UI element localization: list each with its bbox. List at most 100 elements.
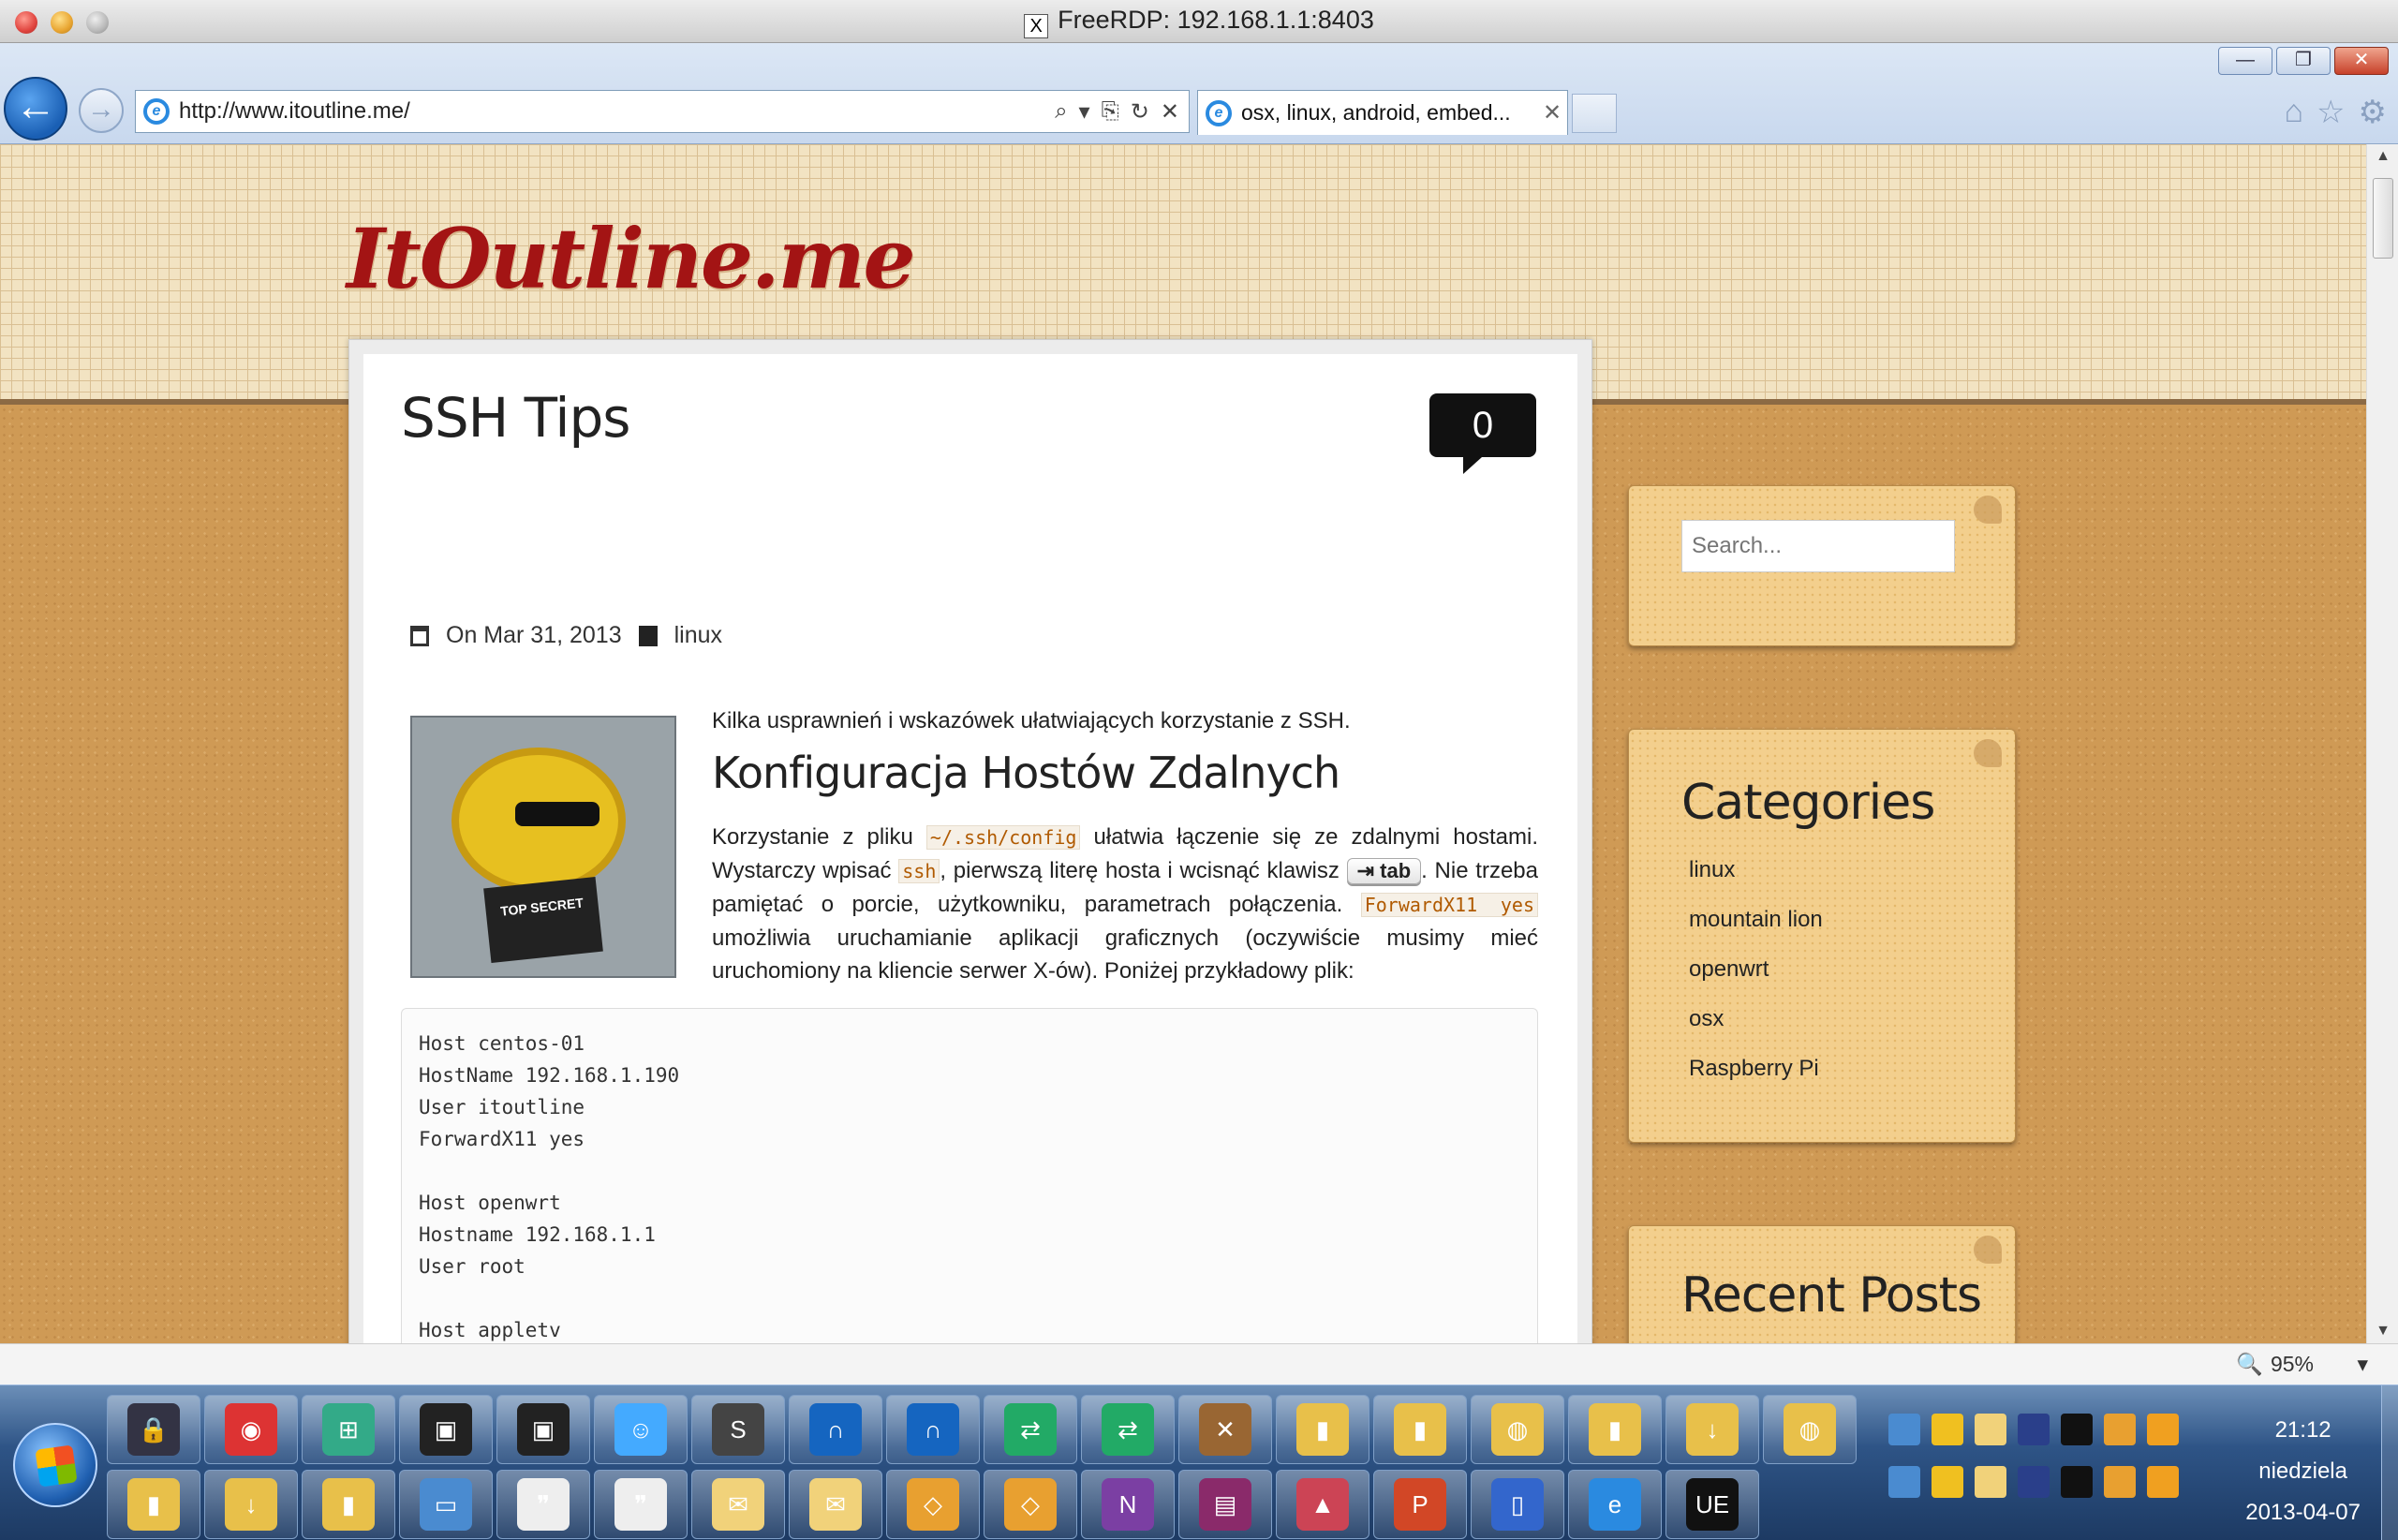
keyboard-icon[interactable] (1932, 1466, 1963, 1498)
ie-tray-icon[interactable] (1888, 1414, 1920, 1445)
taskbar-button[interactable]: P (1373, 1470, 1467, 1539)
terminal-tray-icon[interactable] (2061, 1414, 2093, 1445)
taskbar-button[interactable]: N (1081, 1470, 1175, 1539)
search-input[interactable] (1681, 520, 1955, 572)
folder-icon (638, 625, 658, 646)
taskbar-button[interactable]: ✕ (1178, 1395, 1272, 1464)
flag-icon[interactable] (1975, 1466, 2006, 1498)
taskbar-button[interactable]: ▮ (1276, 1395, 1369, 1464)
taskbar-button[interactable]: e (1568, 1470, 1662, 1539)
zoom-control[interactable]: 🔍 95% (2236, 1352, 2314, 1377)
ie-page-icon: e (143, 98, 170, 125)
section-heading: Konfiguracja Hostów Zdalnych (712, 748, 1340, 798)
address-bar[interactable]: e http://www.itoutline.me/ ⌕ ▾ ⎘ ↻ ✕ (135, 90, 1190, 133)
gear-icon[interactable]: ⚙ (2359, 94, 2387, 131)
taskbar-button[interactable]: ∩ (789, 1395, 882, 1464)
network-tray-icon[interactable] (2061, 1466, 2093, 1498)
taskbar-button[interactable]: S (691, 1395, 785, 1464)
stop-icon[interactable]: ✕ (1161, 98, 1179, 126)
scroll-up-arrow[interactable]: ▲ (2367, 148, 2398, 165)
taskbar-button[interactable]: ▣ (496, 1395, 590, 1464)
category-link[interactable]: linux (1689, 857, 1823, 907)
taskbar-button[interactable]: ▮ (302, 1470, 395, 1539)
sun-icon[interactable] (1932, 1414, 1963, 1445)
taskbar-button[interactable]: ❞ (594, 1470, 688, 1539)
sync-icon[interactable] (2104, 1414, 2136, 1445)
window-title-bar: X FreeRDP: 192.168.1.1:8403 (0, 0, 2398, 43)
taskbar-button[interactable]: ▮ (107, 1470, 200, 1539)
start-button[interactable] (13, 1423, 97, 1507)
taskbar-button[interactable]: ⊞ (302, 1395, 395, 1464)
folder-icon: ▮ (127, 1478, 180, 1531)
lock-tray-icon[interactable] (2018, 1414, 2050, 1445)
favorites-icon[interactable]: ☆ (2317, 94, 2345, 131)
taskbar-button[interactable]: ▮ (1568, 1395, 1662, 1464)
onenote-icon: N (1102, 1478, 1154, 1531)
taskbar-button[interactable]: ▮ (1373, 1395, 1467, 1464)
address-url[interactable]: http://www.itoutline.me/ (179, 98, 1055, 125)
outlook-icon[interactable] (2147, 1414, 2179, 1445)
taskbar-button[interactable]: 🔒 (107, 1395, 200, 1464)
clock[interactable]: 21:12 niedziela 2013-04-07 (2245, 1410, 2361, 1533)
taskbar-button[interactable]: ∩ (886, 1395, 980, 1464)
taskbar-button[interactable]: UE (1665, 1470, 1759, 1539)
refresh-icon[interactable]: ↻ (1131, 98, 1149, 126)
taskbar-button[interactable]: ◍ (1471, 1395, 1564, 1464)
user-icon[interactable] (2018, 1466, 2050, 1498)
restore-button[interactable]: ❐ (2276, 47, 2331, 75)
taskbar-button[interactable]: ☺ (594, 1395, 688, 1464)
zoom-level[interactable]: 95% (2271, 1352, 2314, 1377)
taskbar-button[interactable]: ⇄ (984, 1395, 1077, 1464)
category-link[interactable]: mountain lion (1689, 907, 1823, 956)
comment-count-badge[interactable]: 0 (1429, 393, 1536, 474)
category-link[interactable]: Raspberry Pi (1689, 1056, 1823, 1105)
onenote-tray-icon[interactable] (1888, 1466, 1920, 1498)
category-link[interactable]: osx (1689, 1006, 1823, 1056)
taskbar-button[interactable]: ◇ (984, 1470, 1077, 1539)
taskbar-button[interactable]: ▯ (1471, 1470, 1564, 1539)
taskbar-button[interactable]: ▣ (399, 1395, 493, 1464)
post-category-link[interactable]: linux (674, 622, 722, 649)
vertical-scrollbar[interactable]: ▲ ▼ (2366, 144, 2398, 1343)
taskbar-button[interactable]: ◍ (1763, 1395, 1857, 1464)
taskbar-button[interactable]: ✉ (691, 1470, 785, 1539)
taskbar-button[interactable]: ▤ (1178, 1470, 1272, 1539)
chevron-down-icon[interactable]: ▾ (1079, 98, 1090, 126)
show-desktop-button[interactable] (2381, 1385, 2398, 1540)
search-widget (1628, 485, 2016, 646)
terminal-icon: ▣ (517, 1403, 570, 1456)
minimize-button[interactable]: — (2218, 47, 2272, 75)
leaf-decoration-icon (1974, 1236, 2002, 1264)
volume-mute-icon[interactable] (2104, 1466, 2136, 1498)
scrollbar-thumb[interactable] (2373, 178, 2393, 259)
zoom-dropdown-icon[interactable]: ▾ (2357, 1352, 2368, 1377)
taskbar-button[interactable]: ▭ (399, 1470, 493, 1539)
category-link[interactable]: openwrt (1689, 956, 1823, 1006)
scroll-down-arrow[interactable]: ▼ (2367, 1323, 2398, 1340)
search-icon[interactable]: ⌕ (1055, 98, 1067, 126)
compatibility-view-icon[interactable]: ⎘ (1102, 98, 1119, 126)
taskbar-button[interactable]: ◇ (886, 1470, 980, 1539)
categories-title: Categories (1681, 775, 1935, 831)
new-tab-button[interactable] (1572, 94, 1617, 133)
taskbar-button[interactable]: ↓ (204, 1470, 298, 1539)
mail-tray-icon[interactable] (1975, 1414, 2006, 1445)
close-tab-icon[interactable]: ✕ (1537, 99, 1567, 126)
x11-icon: X (1024, 14, 1049, 38)
home-icon[interactable]: ⌂ (2284, 94, 2303, 131)
taskbar-button[interactable]: ↓ (1665, 1395, 1759, 1464)
text-span: umożliwia uruchamianie aplikacji graficz… (712, 925, 1538, 984)
dropbox-icon[interactable] (2147, 1466, 2179, 1498)
taskbar-button[interactable]: ▲ (1276, 1470, 1369, 1539)
taskbar-button[interactable]: ✉ (789, 1470, 882, 1539)
forward-button[interactable]: → (79, 88, 124, 133)
back-button[interactable]: ← (4, 77, 67, 141)
tab-active[interactable]: e osx, linux, android, embed... ✕ (1197, 90, 1568, 135)
taskbar-button[interactable]: ◉ (204, 1395, 298, 1464)
top-secret-bag: TOP SECRET (483, 876, 603, 964)
post-title[interactable]: SSH Tips (401, 386, 630, 450)
close-button[interactable]: ✕ (2334, 47, 2389, 75)
site-title[interactable]: ItOutline.me (347, 210, 916, 307)
taskbar-button[interactable]: ⇄ (1081, 1395, 1175, 1464)
taskbar-button[interactable]: ❞ (496, 1470, 590, 1539)
